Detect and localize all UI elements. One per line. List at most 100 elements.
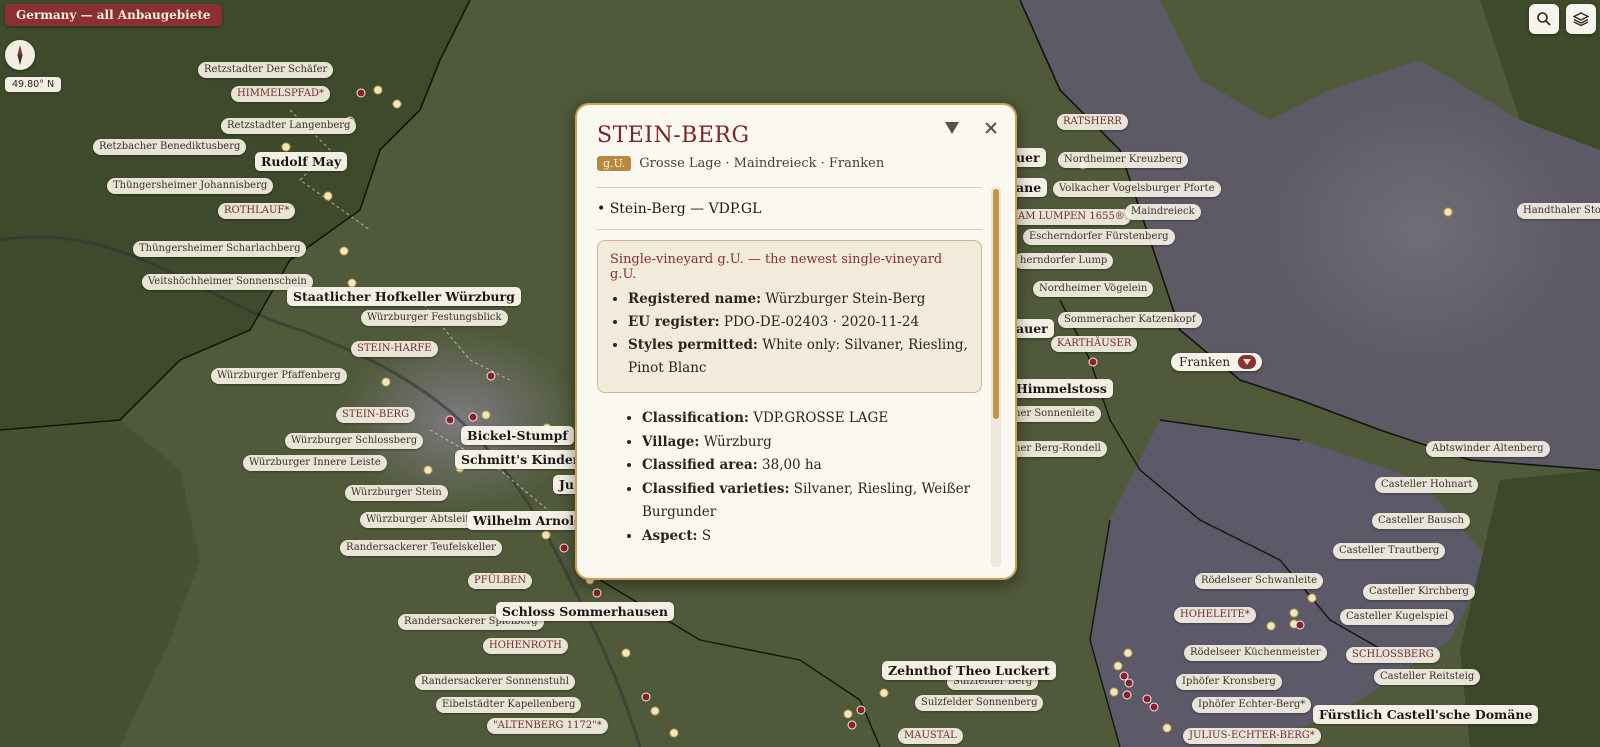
vineyard-label[interactable]: Handthaler Stollbe: [1517, 203, 1600, 219]
vineyard-label[interactable]: Casteller Kugelspiel: [1340, 609, 1455, 625]
vineyard-label[interactable]: Casteller Hohnart: [1375, 477, 1479, 493]
vineyard-label[interactable]: STEIN-HARFE: [351, 341, 438, 357]
vineyard-label[interactable]: Würzburger Pfaffenberg: [211, 368, 347, 384]
vineyard-label[interactable]: Würzburger Abtsleite: [360, 512, 482, 528]
vineyard-label[interactable]: Nordheimer Kreuzberg: [1058, 152, 1189, 168]
vineyard-label[interactable]: Maindreieck: [1125, 204, 1201, 220]
vineyard-label[interactable]: Volkacher Vogelsburger Pforte: [1053, 181, 1221, 197]
vineyard-marker[interactable]: [1142, 694, 1152, 704]
vineyard-marker[interactable]: [1122, 690, 1132, 700]
winery-label[interactable]: Bickel-Stumpf: [461, 426, 574, 445]
vineyard-marker[interactable]: [621, 648, 631, 658]
vineyard-label[interactable]: Casteller Kirchberg: [1363, 584, 1475, 600]
vineyard-marker[interactable]: [381, 377, 391, 387]
vineyard-label[interactable]: Randersackerer Teufelskeller: [340, 540, 502, 556]
vineyard-marker[interactable]: [1123, 648, 1133, 658]
vineyard-marker[interactable]: [1162, 723, 1172, 733]
vineyard-label[interactable]: Casteller Reitsteig: [1374, 669, 1481, 685]
vineyard-label[interactable]: Rödelseer Schwanleite: [1195, 573, 1324, 589]
vineyard-label[interactable]: KARTHÄUSER: [1051, 336, 1138, 352]
vineyard-marker[interactable]: [1149, 702, 1159, 712]
layers-button[interactable]: [1566, 4, 1596, 34]
franken-region-toggle[interactable]: Franken: [1171, 353, 1263, 371]
vineyard-label[interactable]: Würzburger Stein: [345, 485, 448, 501]
vineyard-marker[interactable]: [1289, 608, 1299, 618]
vineyard-marker[interactable]: [281, 142, 291, 152]
vineyard-marker[interactable]: [423, 465, 433, 475]
vineyard-marker[interactable]: [559, 543, 569, 553]
vineyard-label[interactable]: Rödelseer Küchenmeister: [1184, 645, 1327, 661]
winery-label[interactable]: Zehnthof Theo Luckert: [882, 661, 1056, 680]
vineyard-marker[interactable]: [856, 705, 866, 715]
vineyard-label[interactable]: HIMMELSPFAD*: [231, 86, 330, 102]
vineyard-marker[interactable]: [541, 530, 551, 540]
vineyard-marker[interactable]: [323, 191, 333, 201]
vineyard-marker[interactable]: [392, 99, 402, 109]
vineyard-marker[interactable]: [641, 692, 651, 702]
vineyard-label[interactable]: Casteller Bausch: [1372, 513, 1470, 529]
vineyard-marker[interactable]: [1266, 621, 1276, 631]
winery-label[interactable]: Fürstlich Castell'sche Domäne: [1313, 705, 1539, 724]
vineyard-marker[interactable]: [373, 85, 383, 95]
vineyard-label[interactable]: Nordheimer Vögelein: [1033, 281, 1154, 297]
vineyard-marker[interactable]: [468, 412, 478, 422]
vineyard-label[interactable]: Randersackerer Sonnenstuhl: [415, 674, 575, 690]
vineyard-label[interactable]: PFÜLBEN: [468, 573, 533, 589]
vineyard-label[interactable]: Eibelstädter Kapellenberg: [436, 697, 582, 713]
vineyard-label[interactable]: Sulzfelder Sonnenberg: [915, 695, 1044, 711]
popup-scrollbar[interactable]: [991, 187, 1001, 567]
vineyard-label[interactable]: Iphöfer Echter-Berg*: [1192, 697, 1312, 713]
vineyard-label[interactable]: Retzbacher Benediktusberg: [93, 139, 247, 155]
region-chip[interactable]: Germany — all Anbaugebiete: [5, 4, 222, 26]
winery-label[interactable]: Wilhelm Arnold: [467, 511, 589, 530]
vineyard-label[interactable]: JULIUS-ECHTER-BERG*: [1183, 728, 1321, 744]
winery-label[interactable]: Rudolf May: [255, 152, 348, 171]
compass-button[interactable]: [5, 40, 35, 70]
vineyard-label[interactable]: Casteller Trautberg: [1333, 543, 1446, 559]
popup-content[interactable]: • Stein-Berg — VDP.GL Single-vineyard g.…: [597, 187, 982, 567]
winery-label[interactable]: Staatlicher Hofkeller Würzburg: [287, 287, 521, 306]
vineyard-label[interactable]: MAUSTAL: [898, 728, 963, 744]
vineyard-label[interactable]: AM LUMPEN 1655®: [1012, 209, 1131, 225]
vineyard-marker[interactable]: [592, 588, 602, 598]
vineyard-label[interactable]: Thüngersheimer Johannisberg: [107, 178, 274, 194]
vineyard-label[interactable]: Würzburger Festungsblick: [361, 310, 508, 326]
vineyard-label[interactable]: "ALTENBERG 1172"*: [487, 718, 608, 734]
vineyard-label[interactable]: Sommeracher Katzenkopf: [1058, 312, 1202, 328]
vineyard-label[interactable]: Escherndorfer Fürstenberg: [1023, 229, 1175, 245]
vineyard-label[interactable]: her Sonnenleite: [1008, 406, 1101, 422]
vineyard-label[interactable]: SCHLOSSBERG: [1346, 647, 1440, 663]
vineyard-label[interactable]: Würzburger Schlossberg: [285, 433, 424, 449]
vineyard-marker[interactable]: [1113, 661, 1123, 671]
vineyard-label[interactable]: RATSHERR: [1057, 114, 1128, 130]
vineyard-marker[interactable]: [339, 246, 349, 256]
vineyard-marker[interactable]: [650, 706, 660, 716]
vineyard-label[interactable]: Abtswinder Altenberg: [1426, 441, 1550, 457]
vineyard-marker[interactable]: [1124, 678, 1134, 688]
vineyard-marker[interactable]: [445, 415, 455, 425]
vineyard-marker[interactable]: [879, 688, 889, 698]
vineyard-marker[interactable]: [1443, 207, 1453, 217]
vineyard-label[interactable]: herndorfer Lump: [1014, 253, 1114, 269]
vineyard-label[interactable]: Retzstadter Der Schäfer: [198, 62, 334, 78]
winery-label[interactable]: Schloss Sommerhausen: [496, 602, 674, 621]
vineyard-marker[interactable]: [1088, 357, 1098, 367]
winery-label[interactable]: Schmitt's Kinder: [455, 450, 586, 469]
winery-label[interactable]: Himmelstoss: [1010, 379, 1113, 398]
vineyard-marker[interactable]: [481, 410, 491, 420]
vineyard-marker[interactable]: [843, 709, 853, 719]
search-button[interactable]: [1529, 4, 1559, 34]
vineyard-marker[interactable]: [1109, 687, 1119, 697]
vineyard-label[interactable]: Würzburger Innere Leiste: [243, 455, 387, 471]
vineyard-label[interactable]: Thüngersheimer Scharlachberg: [133, 241, 307, 257]
vineyard-label[interactable]: Retzstadter Langenberg: [221, 118, 357, 134]
collapse-popup-button[interactable]: [944, 119, 960, 140]
vineyard-marker[interactable]: [1295, 620, 1305, 630]
vineyard-marker[interactable]: [356, 88, 366, 98]
vineyard-label[interactable]: her Berg-Rondell: [1008, 441, 1107, 457]
vineyard-label[interactable]: HOHELEITE*: [1174, 607, 1256, 623]
vineyard-label[interactable]: STEIN-BERG: [336, 407, 416, 423]
scrollbar-thumb[interactable]: [993, 189, 999, 419]
vineyard-marker[interactable]: [486, 371, 496, 381]
vineyard-label[interactable]: Iphöfer Kronsberg: [1176, 674, 1282, 690]
